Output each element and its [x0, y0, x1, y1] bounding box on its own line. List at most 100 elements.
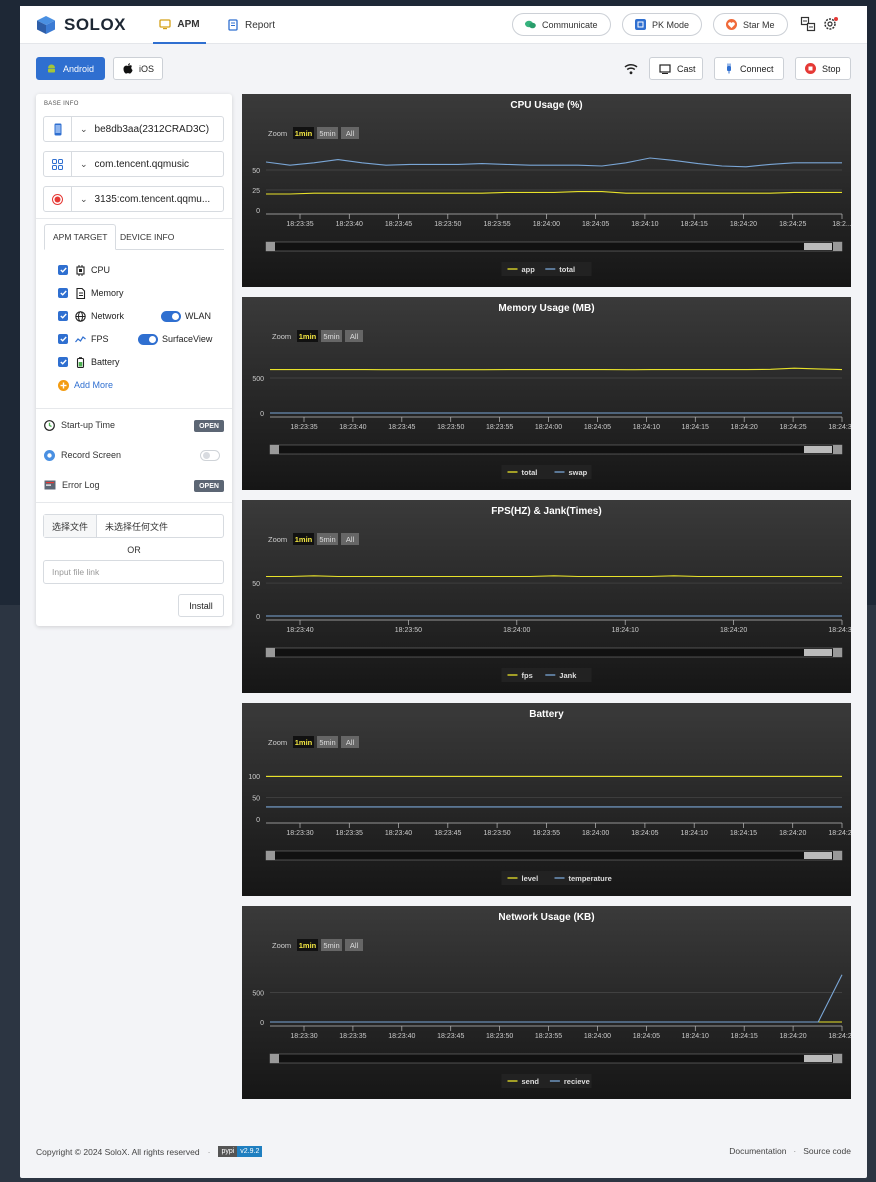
- connect-label: Connect: [740, 63, 774, 74]
- series-line-app: [266, 191, 842, 195]
- zoom-button-label: All: [346, 738, 355, 747]
- tab-apm-target[interactable]: APM TARGET: [44, 224, 117, 250]
- pk-mode-button[interactable]: PK Mode: [622, 13, 703, 36]
- device-select[interactable]: ⌄ be8db3aa(2312CRAD3C): [43, 116, 224, 142]
- x-tick-label: 18:23:40: [339, 424, 366, 431]
- zoom-button-All[interactable]: All: [341, 533, 359, 545]
- copyright-text: Copyright © 2024 SoloX. All rights reser…: [36, 1146, 200, 1157]
- network-globe-icon: [75, 310, 86, 322]
- report-icon: [228, 19, 238, 31]
- target-battery[interactable]: Battery: [58, 354, 120, 370]
- scrollbar-track: [269, 444, 843, 455]
- startup-open-button[interactable]: OPEN: [194, 420, 224, 432]
- x-tick-label: 18:24:20: [730, 221, 757, 228]
- x-tick-label: 18:24:05: [631, 830, 658, 837]
- zoom-button-1min[interactable]: 1min: [293, 127, 314, 139]
- footer-dot: ·: [207, 1146, 211, 1157]
- ios-label: iOS: [139, 63, 155, 74]
- wlan-toggle[interactable]: [161, 311, 181, 322]
- checkbox-checked-icon[interactable]: [58, 334, 68, 344]
- zoom-button-All[interactable]: All: [345, 330, 363, 342]
- top-navbar: SOLOX APM Report Communicate PK Mode Sta…: [20, 6, 867, 44]
- stop-button[interactable]: Stop: [795, 57, 851, 80]
- target-network[interactable]: Network: [58, 308, 124, 324]
- checkbox-checked-icon[interactable]: [58, 311, 68, 321]
- cast-icon: [659, 63, 671, 74]
- communicate-label: Communicate: [542, 19, 598, 30]
- pypi-label: pypi: [218, 1146, 238, 1157]
- zoom-button-1min[interactable]: 1min: [297, 330, 318, 342]
- chart-scrollbar[interactable]: [265, 850, 843, 861]
- error-log-open-button[interactable]: OPEN: [194, 480, 224, 492]
- source-code-link[interactable]: Source code: [803, 1146, 851, 1156]
- zoom-button-1min[interactable]: 1min: [293, 533, 314, 545]
- target-fps[interactable]: FPS: [58, 331, 109, 347]
- checkbox-checked-icon[interactable]: [58, 265, 68, 275]
- zoom-button-5min[interactable]: 5min: [321, 330, 342, 342]
- scrollbar-thumb: [804, 852, 832, 859]
- logo[interactable]: SOLOX: [36, 15, 126, 35]
- or-separator: OR: [127, 545, 141, 555]
- x-tick-label: 18:24:05: [584, 424, 611, 431]
- cpu-chart: CPU Usage (%) Zoom 1min 5min All 0 25 50 18:23:3…: [242, 94, 851, 287]
- android-button[interactable]: Android: [36, 57, 105, 80]
- x-tick-label: 18:24:15: [730, 830, 757, 837]
- choose-file-button[interactable]: 选择文件: [44, 515, 97, 537]
- x-tick-label: 18:24:10: [631, 221, 658, 228]
- tab-report[interactable]: Report: [227, 6, 275, 44]
- chart-scrollbar[interactable]: [265, 241, 843, 252]
- chart-title: Battery: [529, 709, 564, 720]
- chart-scrollbar[interactable]: [269, 444, 843, 455]
- phone-icon: [44, 117, 72, 141]
- pypi-badge[interactable]: pypi v2.9.2: [218, 1146, 263, 1157]
- install-button[interactable]: Install: [178, 594, 224, 617]
- process-select[interactable]: ⌄ 3135:com.tencent.qqmu...: [43, 186, 224, 212]
- target-cpu[interactable]: CPU: [58, 262, 110, 278]
- tab-apm-label: APM: [177, 18, 200, 30]
- checkbox-checked-icon[interactable]: [58, 357, 68, 367]
- zoom-button-label: 5min: [319, 129, 335, 138]
- zoom-button-All[interactable]: All: [345, 939, 363, 951]
- zoom-button-label: All: [346, 535, 355, 544]
- fps-label: FPS: [91, 334, 109, 344]
- scrollbar-thumb: [804, 446, 832, 453]
- zoom-button-1min[interactable]: 1min: [297, 939, 318, 951]
- connect-button[interactable]: Connect: [714, 57, 784, 80]
- x-tick-label: 18:23:35: [286, 221, 313, 228]
- ios-button[interactable]: iOS: [113, 57, 163, 80]
- target-memory[interactable]: Memory: [58, 285, 124, 301]
- zoom-button-1min[interactable]: 1min: [293, 736, 314, 748]
- zoom-button-5min[interactable]: 5min: [317, 736, 338, 748]
- documentation-link[interactable]: Documentation: [729, 1146, 786, 1156]
- file-chooser[interactable]: 选择文件 未选择任何文件: [43, 514, 224, 538]
- star-me-button[interactable]: Star Me: [713, 13, 788, 36]
- scroll-right-arrow-icon: [833, 648, 842, 657]
- stop-icon: [805, 63, 816, 74]
- add-more-link[interactable]: Add More: [58, 377, 113, 393]
- tab-device-info[interactable]: DEVICE INFO: [112, 224, 182, 250]
- base-info-label: BASE INFO: [44, 101, 79, 107]
- translate-icon[interactable]: [800, 16, 816, 32]
- checkbox-checked-icon[interactable]: [58, 288, 68, 298]
- x-tick-label: 18:23:30: [286, 830, 313, 837]
- settings-gear-icon[interactable]: [822, 16, 838, 32]
- monitor-icon: [159, 19, 172, 30]
- x-tick-label: 18:24:15: [682, 424, 709, 431]
- zoom-button-5min[interactable]: 5min: [317, 127, 338, 139]
- surfaceview-toggle[interactable]: [138, 334, 158, 345]
- zoom-button-All[interactable]: All: [341, 127, 359, 139]
- stop-label: Stop: [822, 63, 841, 74]
- cast-button[interactable]: Cast: [649, 57, 703, 80]
- package-select[interactable]: ⌄ com.tencent.qqmusic: [43, 151, 224, 177]
- zoom-button-5min[interactable]: 5min: [317, 533, 338, 545]
- record-screen-toggle[interactable]: [200, 450, 220, 461]
- tab-apm[interactable]: APM: [153, 6, 206, 44]
- chart-scrollbar[interactable]: [265, 647, 843, 658]
- zoom-button-All[interactable]: All: [341, 736, 359, 748]
- communicate-button[interactable]: Communicate: [512, 13, 611, 36]
- zoom-button-5min[interactable]: 5min: [321, 939, 342, 951]
- chart-scrollbar[interactable]: [269, 1053, 843, 1064]
- wifi-icon[interactable]: [624, 63, 638, 75]
- app-container: SOLOX APM Report Communicate PK Mode Sta…: [20, 6, 867, 1178]
- file-link-input[interactable]: Input file link: [43, 560, 224, 584]
